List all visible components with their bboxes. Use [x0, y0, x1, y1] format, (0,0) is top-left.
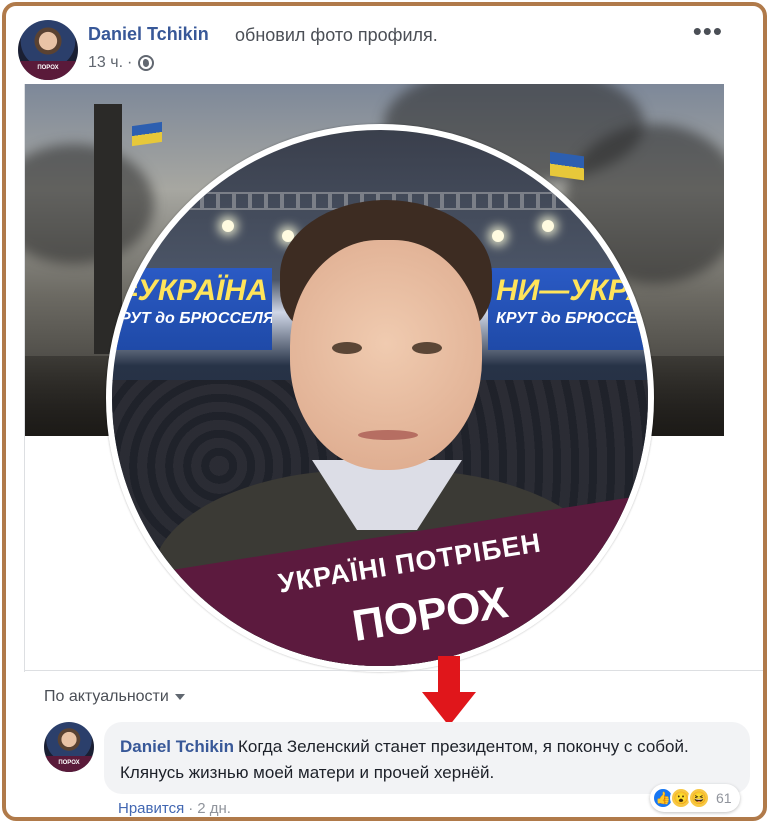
commenter-avatar-slogan: ПОРОХ	[44, 756, 94, 772]
banner-left-subtext: РУТ до БРЮССЕЛЯ	[120, 310, 272, 327]
banner-left-text: =УКРАЇНА	[120, 274, 268, 307]
comment-sort-dropdown[interactable]: По актуальности	[44, 688, 185, 706]
stage-banner-right: НИ—УКРАЇНА КРУТ до БРЮССЕЛЯ	[488, 268, 648, 350]
comment-author[interactable]: Daniel Tchikin	[120, 737, 234, 756]
banner-right-text: НИ—УКРАЇНА	[496, 274, 648, 307]
author-avatar[interactable]: ПОРОХ	[18, 20, 78, 80]
comment-like-button[interactable]: Нравится	[118, 800, 184, 817]
avatar-slogan: ПОРОХ	[18, 60, 78, 80]
commenter-avatar[interactable]: ПОРОХ	[44, 722, 94, 772]
meta-separator: ·	[127, 54, 133, 71]
post-meta: 13 ч. ·	[88, 54, 155, 72]
flag-left	[132, 121, 162, 147]
caret-down-icon	[174, 694, 185, 700]
screenshot-frame: ПОРОХ Daniel Tchikin обновил фото профил…	[2, 2, 767, 821]
red-arrow-annotation	[422, 656, 478, 728]
more-horizontal-icon[interactable]: •••	[693, 16, 723, 47]
stage-banner-left: =УКРАЇНА РУТ до БРЮССЕЛЯ	[112, 268, 272, 350]
comments-divider	[24, 670, 763, 671]
banner-right-subtext: КРУТ до БРЮССЕЛЯ	[496, 310, 648, 327]
person-mouth	[358, 430, 418, 440]
globe-icon[interactable]	[138, 55, 155, 71]
post-timestamp[interactable]: 13 ч.	[88, 54, 123, 72]
person-eye-right	[412, 342, 442, 354]
comment-action-separator: ·	[188, 800, 194, 817]
post-action-text: обновил фото профиля.	[235, 25, 438, 45]
comment-actions: Нравится · 2 дн.	[118, 800, 231, 817]
flag-right	[550, 151, 584, 181]
reactions-summary[interactable]: 👍 😮 😆 61	[650, 784, 740, 812]
haha-reaction-icon: 😆	[688, 787, 710, 809]
sort-label-text: По актуальности	[44, 688, 169, 705]
reaction-count: 61	[716, 790, 732, 806]
post-author-name[interactable]: Daniel Tchikin	[88, 24, 209, 45]
person-eye-left	[332, 342, 362, 354]
comment-bubble: Daniel Tchikin Когда Зеленский станет пре…	[104, 722, 750, 794]
profile-photo[interactable]: =УКРАЇНА РУТ до БРЮССЕЛЯ НИ—УКРАЇНА КРУТ…	[106, 124, 654, 672]
comment-timestamp[interactable]: 2 дн.	[197, 800, 231, 817]
